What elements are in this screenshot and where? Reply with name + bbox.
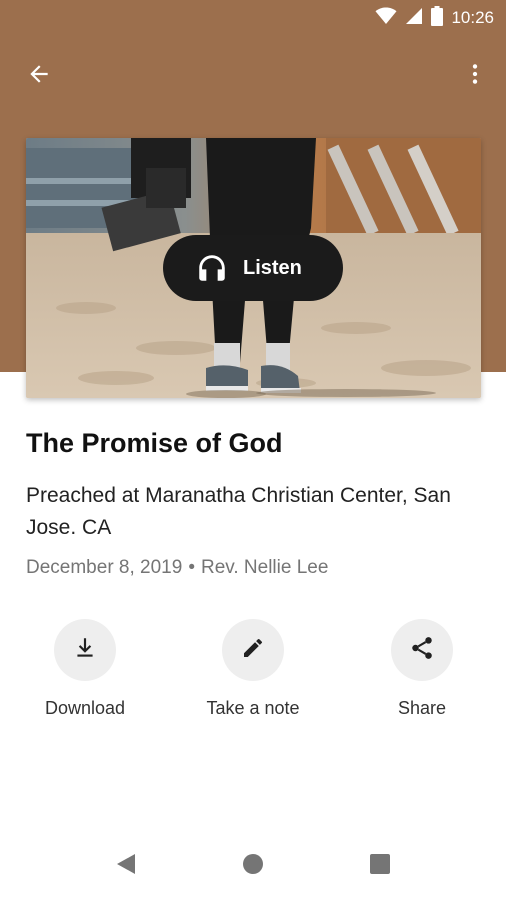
nav-recents-button[interactable]: [360, 846, 400, 886]
listen-label: Listen: [243, 256, 302, 279]
sermon-speaker: Rev. Nellie Lee: [200, 557, 329, 578]
nav-back-icon: [115, 852, 137, 881]
more-vert-icon: [462, 61, 488, 92]
download-label: Download: [44, 698, 126, 718]
nav-home-icon: [242, 853, 264, 880]
system-nav-bar: [0, 836, 506, 896]
pencil-icon: [241, 636, 265, 665]
listen-button[interactable]: Listen: [163, 235, 343, 301]
app-bar: [0, 52, 506, 98]
more-options-button[interactable]: [454, 55, 496, 97]
share-button[interactable]: Share: [352, 619, 492, 729]
sermon-location: Preached at Maranatha Christian Center, …: [26, 484, 451, 539]
share-icon: [409, 635, 435, 666]
meta-separator: •: [188, 557, 195, 578]
share-label: Share: [397, 698, 447, 718]
action-row: Download Take a note Share: [0, 619, 506, 729]
status-bar: 10:26: [0, 0, 506, 36]
nav-home-button[interactable]: [233, 846, 273, 886]
back-button[interactable]: [18, 55, 60, 97]
headphones-icon: [195, 251, 229, 285]
nav-back-button[interactable]: [106, 846, 146, 886]
take-note-circle: [222, 619, 284, 681]
take-note-label: Take a note: [206, 698, 300, 718]
download-circle: [54, 619, 116, 681]
status-time: 10:26: [451, 8, 494, 27]
download-icon: [72, 635, 98, 666]
take-note-button[interactable]: Take a note: [183, 619, 323, 729]
sermon-meta: December 8, 2019 • Rev. Nellie Lee: [26, 557, 328, 579]
download-button[interactable]: Download: [15, 619, 155, 729]
nav-recents-icon: [370, 853, 390, 879]
wifi-icon: [375, 7, 397, 30]
arrow-back-icon: [26, 61, 52, 92]
status-icons: 10:26: [375, 5, 494, 31]
share-circle: [391, 619, 453, 681]
sermon-date: December 8, 2019: [26, 557, 183, 578]
battery-icon: [431, 5, 444, 31]
cellular-signal-icon: [405, 7, 423, 30]
sermon-title: The Promise of God: [26, 428, 283, 458]
